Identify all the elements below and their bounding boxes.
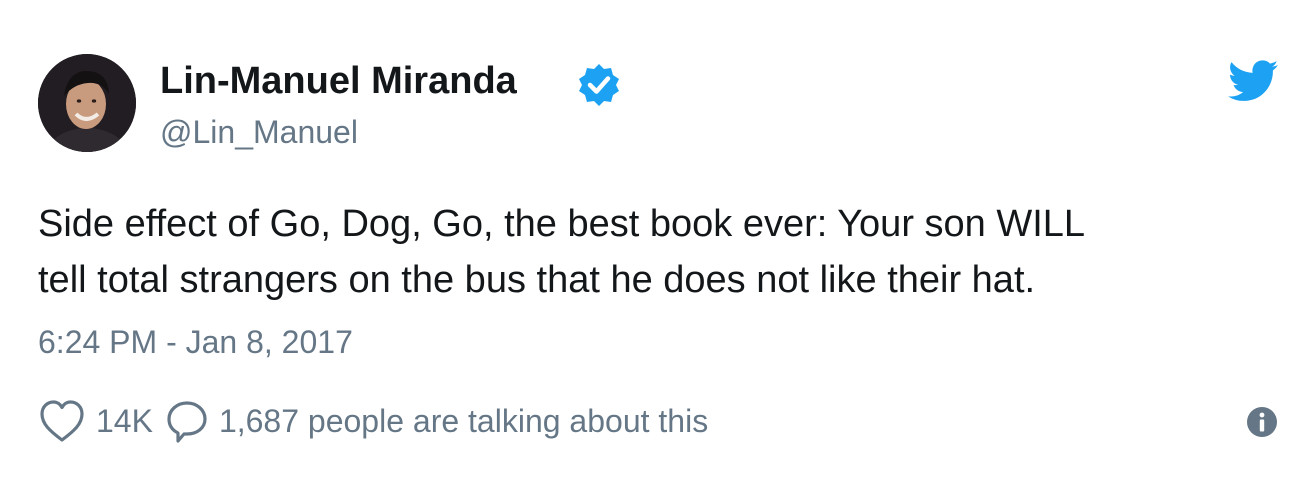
author-display-name[interactable]: Lin-Manuel Miranda (160, 58, 517, 104)
speech-bubble-icon[interactable] (165, 398, 209, 444)
tweet-text-line: Side effect of Go, Dog, Go, the best boo… (38, 203, 1086, 245)
avatar[interactable] (38, 54, 136, 152)
tweet-text: Side effect of Go, Dog, Go, the best boo… (38, 196, 1278, 308)
tweet-text-line: tell total strangers on the bus that he … (38, 259, 1036, 301)
tweet-timestamp[interactable]: 6:24 PM - Jan 8, 2017 (38, 322, 353, 362)
avatar-photo (38, 54, 136, 152)
tweet-card: Lin-Manuel Miranda @Lin_Manuel Side effe… (0, 0, 1315, 496)
info-icon[interactable] (1245, 405, 1279, 439)
heart-icon[interactable] (38, 398, 86, 444)
author-handle[interactable]: @Lin_Manuel (160, 112, 358, 152)
action-bar: 14K 1,687 people are talking about this (38, 396, 708, 446)
twitter-bird-icon[interactable] (1228, 60, 1278, 102)
talking-about-count[interactable]: 1,687 people are talking about this (219, 403, 708, 440)
like-count[interactable]: 14K (96, 403, 153, 440)
verified-badge-icon (579, 64, 619, 106)
